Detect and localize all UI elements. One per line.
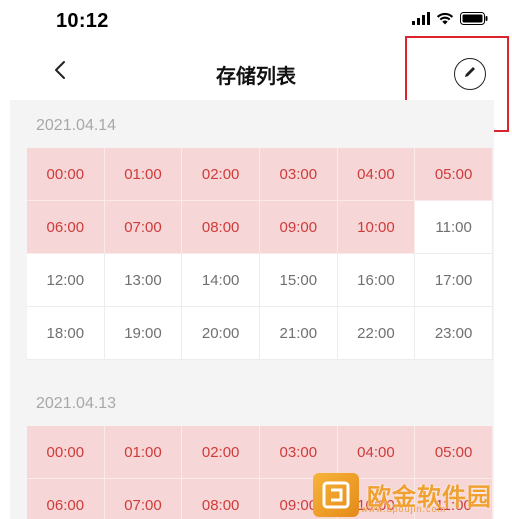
navigation-bar: 存储列表: [0, 44, 512, 100]
hour-slot[interactable]: 06:00: [27, 479, 105, 519]
hour-slot[interactable]: 23:00: [415, 307, 493, 360]
hour-slot[interactable]: 15:00: [259, 254, 338, 307]
hour-slot[interactable]: 11:00: [415, 201, 493, 254]
watermark-logo-icon: [313, 472, 359, 517]
hour-slot[interactable]: 18:00: [27, 307, 105, 360]
hour-slot[interactable]: 01:00: [104, 148, 183, 201]
hour-slot[interactable]: 07:00: [104, 479, 183, 519]
hour-slot[interactable]: 14:00: [182, 254, 260, 307]
hour-slot[interactable]: 00:00: [27, 148, 105, 201]
edit-button[interactable]: [454, 58, 486, 90]
status-bar: 10:12: [0, 0, 512, 40]
hour-slot[interactable]: 12:00: [27, 254, 105, 307]
battery-icon: [460, 12, 488, 30]
hour-slot[interactable]: 06:00: [27, 201, 105, 254]
hour-slot[interactable]: 01:00: [104, 426, 183, 479]
hour-slot[interactable]: 03:00: [259, 148, 338, 201]
hour-slot[interactable]: 10:00: [337, 201, 416, 254]
signal-icon: [412, 12, 430, 30]
hour-slot[interactable]: 21:00: [259, 307, 338, 360]
hour-slot[interactable]: 09:00: [259, 201, 338, 254]
wifi-icon: [436, 12, 454, 30]
watermark: 欧金软件园 www.apoujin.com: [313, 470, 512, 519]
hour-slot[interactable]: 19:00: [104, 307, 183, 360]
hour-slot[interactable]: 05:00: [415, 148, 493, 201]
hour-slot[interactable]: 08:00: [182, 201, 260, 254]
hour-slot[interactable]: 17:00: [415, 254, 493, 307]
watermark-subtext: www.apoujin.com: [361, 504, 447, 514]
page-title: 存储列表: [216, 66, 296, 88]
hour-slot[interactable]: 16:00: [337, 254, 416, 307]
hour-slot[interactable]: 07:00: [104, 201, 183, 254]
section-date: 2021.04.13: [36, 395, 117, 412]
hour-grid: 00:00 01:00 02:00 03:00 04:00 05:00 06:00 07:00…: [27, 148, 493, 360]
storage-list: 2021.04.14 00:00 01:00 02:00 03:00 04:00 05:0…: [10, 100, 494, 519]
status-icons: [412, 12, 488, 30]
pencil-icon: [462, 64, 478, 85]
hour-slot[interactable]: 20:00: [182, 307, 260, 360]
hour-slot[interactable]: 22:00: [337, 307, 416, 360]
hour-slot[interactable]: 00:00: [27, 426, 105, 479]
status-time: 10:12: [56, 10, 109, 32]
hour-slot[interactable]: 13:00: [104, 254, 183, 307]
hour-slot[interactable]: 04:00: [337, 148, 416, 201]
hour-slot[interactable]: 02:00: [182, 148, 260, 201]
hour-slot[interactable]: 08:00: [182, 479, 260, 519]
section-date: 2021.04.14: [36, 117, 117, 134]
hour-slot[interactable]: 02:00: [182, 426, 260, 479]
